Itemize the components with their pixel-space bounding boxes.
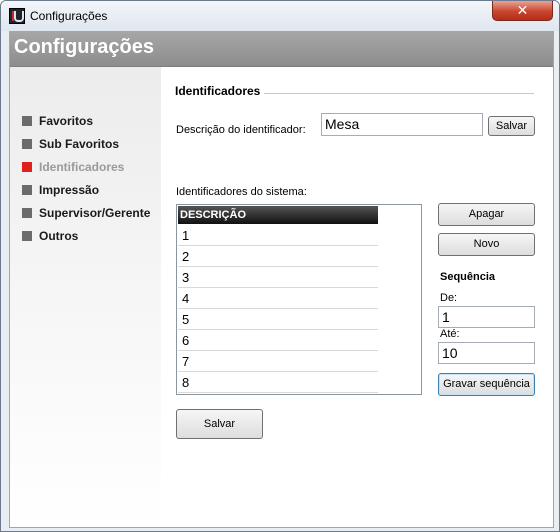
bullet-square-icon <box>22 231 32 241</box>
section-divider <box>264 93 534 94</box>
list-item[interactable]: 7 <box>178 351 378 372</box>
window-client: Configurações Favoritos Sub Favoritos Id… <box>9 31 554 528</box>
description-input[interactable]: Mesa <box>321 113 483 136</box>
bullet-square-icon <box>22 116 32 126</box>
configuration-window: Configurações ✕ Configurações Favoritos … <box>0 0 560 532</box>
delete-button[interactable]: Apagar <box>438 203 535 226</box>
bullet-square-active-icon <box>22 162 32 172</box>
header-bar: Configurações <box>10 32 553 67</box>
identificadores-panel: Identificadores Descrição do identificad… <box>161 67 553 527</box>
sidebar-item-supervisor-gerente[interactable]: Supervisor/Gerente <box>22 204 150 222</box>
sidebar-item-label: Identificadores <box>39 160 125 174</box>
system-identifiers-label: Identificadores do sistema: <box>176 186 307 198</box>
from-label: De: <box>440 292 458 304</box>
sidebar-item-label: Outros <box>39 229 79 243</box>
list-column-header[interactable]: DESCRIÇÃO <box>178 206 378 224</box>
list-item[interactable]: 6 <box>178 330 378 351</box>
sidebar-item-label: Favoritos <box>39 114 94 128</box>
save-button[interactable]: Salvar <box>176 409 263 439</box>
sequence-title: Sequência <box>440 271 496 283</box>
save-sequence-button[interactable]: Gravar sequência <box>438 373 535 396</box>
sequence-from-input[interactable]: 1 <box>438 306 535 328</box>
list-item[interactable]: 3 <box>178 267 378 288</box>
save-description-button[interactable]: Salvar <box>488 116 535 136</box>
description-label: Descrição do identificador: <box>176 124 306 136</box>
page-title: Configurações <box>14 36 155 58</box>
close-button[interactable]: ✕ <box>492 1 553 21</box>
sidebar-item-outros[interactable]: Outros <box>22 227 78 245</box>
identifiers-list[interactable]: DESCRIÇÃO 1 2 3 4 5 6 7 8 <box>176 204 422 395</box>
sidebar-item-identificadores[interactable]: Identificadores <box>22 158 124 176</box>
bullet-square-icon <box>22 185 32 195</box>
bullet-square-icon <box>22 139 32 149</box>
app-logo-icon <box>9 8 25 24</box>
bullet-square-icon <box>22 208 32 218</box>
sidebar-item-label: Impressão <box>39 183 100 197</box>
list-item[interactable]: 8 <box>178 372 378 393</box>
sidebar-item-favoritos[interactable]: Favoritos <box>22 112 93 130</box>
list-item[interactable]: 2 <box>178 246 378 267</box>
list-item[interactable]: 1 <box>178 225 378 246</box>
sidebar-item-sub-favoritos[interactable]: Sub Favoritos <box>22 135 119 153</box>
title-bar[interactable]: Configurações ✕ <box>1 1 559 31</box>
sidebar-item-label: Sub Favoritos <box>39 137 120 151</box>
list-item[interactable]: 4 <box>178 288 378 309</box>
window-title: Configurações <box>30 9 108 23</box>
sidebar-item-label: Supervisor/Gerente <box>39 206 151 220</box>
sidebar: Favoritos Sub Favoritos Identificadores … <box>10 67 161 527</box>
sequence-to-input[interactable]: 10 <box>438 342 535 364</box>
sidebar-item-impressao[interactable]: Impressão <box>22 181 99 199</box>
to-label: Até: <box>440 328 460 340</box>
list-item[interactable]: 5 <box>178 309 378 330</box>
new-button[interactable]: Novo <box>438 233 535 256</box>
section-title: Identificadores <box>175 84 261 98</box>
